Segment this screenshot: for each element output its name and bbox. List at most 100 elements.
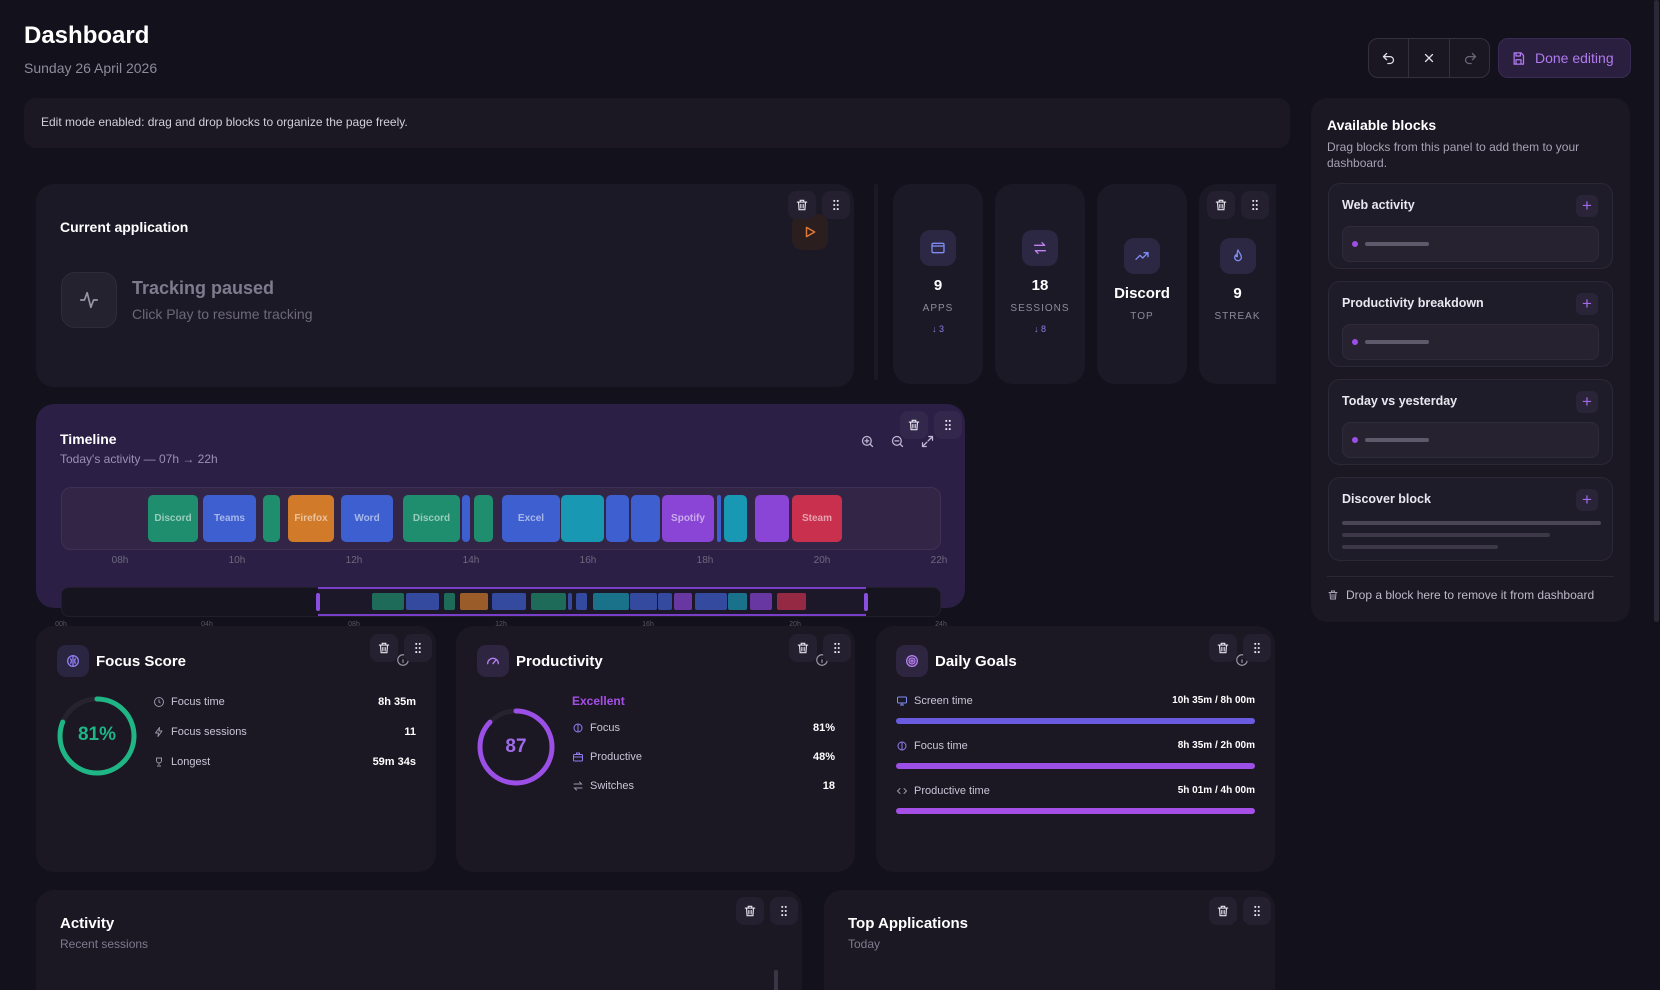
timeline-segment[interactable]: Excel: [502, 495, 560, 542]
redo-button[interactable]: [1450, 39, 1490, 77]
focus-score-card[interactable]: Focus Score 81% Focus time 8h 35m Focus …: [36, 626, 436, 872]
drag-handle[interactable]: [1243, 634, 1271, 662]
switches-row: Switches: [572, 780, 634, 792]
productivity-card[interactable]: Productivity 87 Excellent Focus 81% Prod…: [456, 626, 855, 872]
stat-card-streak[interactable]: 9 STREAK: [1199, 184, 1276, 384]
drag-handle[interactable]: [1241, 191, 1269, 219]
discard-button[interactable]: [1409, 39, 1450, 77]
goal-row-productive-time: Productive time: [896, 785, 990, 797]
overview-handle-right[interactable]: [864, 593, 868, 611]
delete-block-button[interactable]: [789, 634, 817, 662]
overview-segment: [568, 593, 572, 610]
metric-label: Switches: [590, 780, 635, 792]
page-scrollbar[interactable]: [1654, 0, 1659, 622]
stat-card-sessions[interactable]: 18 SESSIONS ↓ 8: [995, 184, 1085, 384]
drop-to-remove-zone[interactable]: Drop a block here to remove it from dash…: [1327, 588, 1594, 602]
redo-icon: [1464, 52, 1476, 64]
brain-icon: [897, 741, 907, 751]
drag-handle[interactable]: [1243, 897, 1271, 925]
activity-placeholder-icon: [61, 272, 117, 328]
close-icon: [1424, 53, 1434, 63]
timeline-segment[interactable]: Word: [341, 495, 393, 542]
goal-value: 10h 35m / 8h 00m: [1172, 695, 1255, 706]
add-block-button[interactable]: +: [1576, 489, 1598, 511]
available-block-web-activity[interactable]: Web activity +: [1328, 183, 1613, 269]
brain-icon: [57, 645, 89, 677]
stat-card-top[interactable]: Discord TOP: [1097, 184, 1187, 384]
goal-label: Productive time: [914, 785, 990, 797]
timeline-segment[interactable]: [631, 495, 660, 542]
top-applications-card[interactable]: Top Applications Today: [824, 890, 1275, 990]
timeline-segment[interactable]: [717, 495, 721, 542]
timeline-segment[interactable]: [561, 495, 604, 542]
focus-sessions-row: Focus sessions: [153, 726, 247, 738]
timeline-segment[interactable]: Discord: [403, 495, 460, 542]
delete-block-button[interactable]: [1207, 191, 1235, 219]
drag-handle[interactable]: [823, 634, 851, 662]
available-block-discover[interactable]: Discover block +: [1328, 477, 1613, 561]
undo-icon: [1382, 52, 1395, 64]
add-block-button[interactable]: +: [1576, 391, 1598, 413]
overview-handle-left[interactable]: [316, 593, 320, 611]
timeline-segment[interactable]: [474, 495, 493, 542]
block-preview: [1342, 521, 1601, 525]
stat-value: Discord: [1114, 285, 1170, 302]
add-block-button[interactable]: +: [1576, 293, 1598, 315]
productive-row: Productive: [572, 751, 642, 763]
zoom-in-button[interactable]: [860, 434, 880, 454]
trash-icon: [1217, 642, 1229, 654]
timeline-segment[interactable]: Spotify: [662, 495, 714, 542]
stat-value: 9: [1233, 285, 1242, 302]
delete-block-button[interactable]: [736, 897, 764, 925]
timeline-segment[interactable]: [263, 495, 280, 542]
stat-card-apps[interactable]: 9 APPS ↓ 3: [893, 184, 983, 384]
drag-handle[interactable]: [404, 634, 432, 662]
block-preview: [1342, 226, 1599, 262]
timeline-segment[interactable]: Teams: [203, 495, 256, 542]
tracking-status: Tracking paused: [132, 278, 275, 298]
delete-block-button[interactable]: [900, 411, 928, 439]
timeline-segment[interactable]: [755, 495, 789, 542]
timeline-segment[interactable]: Steam: [792, 495, 842, 542]
available-block-today-vs-yesterday[interactable]: Today vs yesterday +: [1328, 379, 1613, 465]
stat-delta: ↓ 3: [931, 324, 944, 334]
timeline-tick-label: 16h: [579, 555, 597, 566]
activity-scrollbar[interactable]: [774, 970, 778, 990]
grip-icon: [834, 642, 840, 654]
drag-handle[interactable]: [822, 191, 850, 219]
available-block-productivity-breakdown[interactable]: Productivity breakdown +: [1328, 281, 1613, 367]
timeline-title: Timeline: [60, 431, 117, 447]
timeline-tick-label: 08h: [111, 555, 129, 566]
timeline-segment[interactable]: Firefox: [288, 495, 334, 542]
delete-block-button[interactable]: [1209, 634, 1237, 662]
metric-label: Longest: [171, 756, 211, 768]
trash-icon: [1217, 905, 1229, 917]
block-preview: [1342, 324, 1599, 360]
page-title: Dashboard: [24, 22, 150, 49]
timeline-tick-label: 10h: [228, 555, 246, 566]
timeline-segment[interactable]: [724, 495, 747, 542]
grip-icon: [781, 905, 787, 917]
timeline-segment[interactable]: [462, 495, 470, 542]
current-application-card[interactable]: Current application Tracking paused Clic…: [36, 184, 854, 387]
productivity-rating: Excellent: [572, 694, 625, 708]
undo-button[interactable]: [1369, 39, 1409, 77]
timeline-segment[interactable]: [606, 495, 629, 542]
overview-segment: [728, 593, 747, 610]
drag-handle[interactable]: [770, 897, 798, 925]
daily-goals-card[interactable]: Daily Goals Screen time 10h 35m / 8h 00m…: [876, 626, 1275, 872]
done-editing-button[interactable]: Done editing: [1498, 38, 1631, 78]
add-block-button[interactable]: +: [1576, 195, 1598, 217]
drag-handle[interactable]: [934, 411, 962, 439]
overview-segment: [372, 593, 404, 610]
timeline-segment[interactable]: Discord: [148, 495, 198, 542]
delete-block-button[interactable]: [370, 634, 398, 662]
delete-block-button[interactable]: [1209, 897, 1237, 925]
metric-value: 18: [822, 780, 835, 792]
delete-block-button[interactable]: [788, 191, 816, 219]
activity-card[interactable]: Activity Recent sessions: [36, 890, 802, 990]
stat-label: SESSIONS: [1010, 303, 1070, 314]
trash-icon: [908, 419, 920, 431]
play-button[interactable]: [792, 214, 828, 250]
trash-icon: [1328, 590, 1338, 600]
